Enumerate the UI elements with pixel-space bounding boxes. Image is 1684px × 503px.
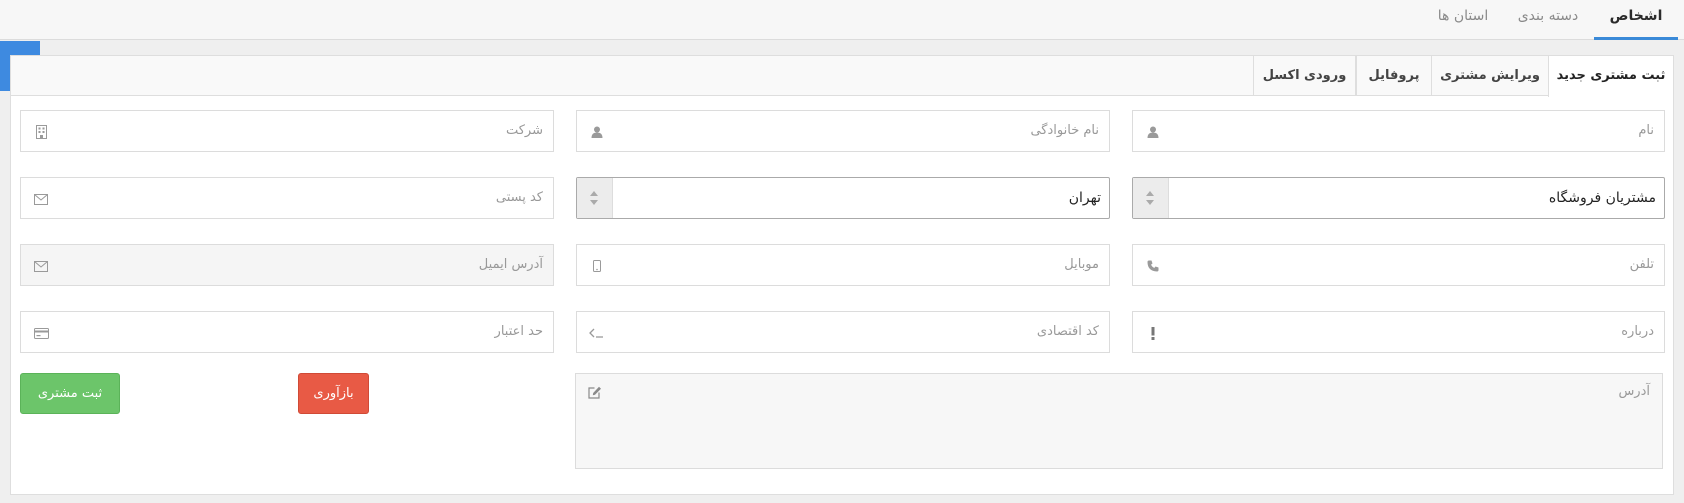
- economic-code-placeholder: کد اقتصادی: [1036, 324, 1099, 339]
- tab-excel-import[interactable]: ورودی اکسل: [1253, 56, 1356, 96]
- phone-icon: [1145, 258, 1161, 274]
- tab-profile[interactable]: پروفایل: [1356, 56, 1431, 96]
- province-select[interactable]: تهران: [576, 177, 1110, 219]
- edit-icon: [588, 386, 602, 403]
- company-placeholder: شرکت: [505, 123, 543, 138]
- select-arrows-icon: [1133, 178, 1169, 218]
- customer-group-value: مشتریان فروشگاه: [1548, 190, 1656, 206]
- email-field[interactable]: آدرس ایمیل: [20, 244, 554, 286]
- credit-limit-placeholder: حد اعتبار: [494, 324, 543, 339]
- tab-people[interactable]: اشخاص: [1594, 0, 1678, 40]
- postal-code-placeholder: کد پستی: [495, 190, 543, 205]
- terminal-icon: [589, 325, 605, 341]
- building-icon: [33, 124, 49, 140]
- user-icon: [1145, 124, 1161, 140]
- tab-categories[interactable]: دسته بندی: [1508, 0, 1588, 40]
- first-name-field[interactable]: نام: [1132, 110, 1665, 152]
- credit-limit-field[interactable]: حد اعتبار: [20, 311, 554, 353]
- address-textarea[interactable]: آدرس: [575, 373, 1663, 469]
- envelope-icon: [33, 191, 49, 207]
- exclamation-icon: [1145, 325, 1161, 341]
- postal-code-field[interactable]: کد پستی: [20, 177, 554, 219]
- select-arrows-icon: [577, 178, 613, 218]
- economic-code-field[interactable]: کد اقتصادی: [576, 311, 1110, 353]
- last-name-placeholder: نام خانوادگی: [1030, 123, 1099, 138]
- top-nav: اشخاص دسته بندی استان ها: [0, 0, 1684, 40]
- envelope-icon: [33, 258, 49, 274]
- address-placeholder: آدرس: [1618, 384, 1650, 399]
- submit-customer-button[interactable]: ثبت مشتری: [20, 373, 120, 414]
- credit-card-icon: [33, 325, 49, 341]
- first-name-placeholder: نام: [1638, 123, 1654, 138]
- mobile-field[interactable]: موبایل: [576, 244, 1110, 286]
- tab-edit-customer[interactable]: ویرایش مشتری: [1431, 56, 1548, 96]
- tab-provinces[interactable]: استان ها: [1424, 0, 1502, 40]
- user-icon: [589, 124, 605, 140]
- tab-new-customer[interactable]: ثبت مشتری جدید: [1548, 56, 1673, 97]
- phone-field[interactable]: تلفن: [1132, 244, 1665, 286]
- mobile-icon: [589, 258, 605, 274]
- last-name-field[interactable]: نام خانوادگی: [576, 110, 1110, 152]
- email-placeholder: آدرس ایمیل: [478, 257, 543, 272]
- province-value: تهران: [1068, 190, 1101, 206]
- about-field[interactable]: درباره: [1132, 311, 1665, 353]
- form-tabs: ثبت مشتری جدید ویرایش مشتری پروفایل ورود…: [11, 56, 1673, 97]
- customer-group-select[interactable]: مشتریان فروشگاه: [1132, 177, 1665, 219]
- mobile-placeholder: موبایل: [1064, 257, 1099, 272]
- phone-placeholder: تلفن: [1629, 257, 1654, 272]
- about-placeholder: درباره: [1621, 324, 1654, 339]
- company-field[interactable]: شرکت: [20, 110, 554, 152]
- reset-button[interactable]: بازآوری: [298, 373, 369, 414]
